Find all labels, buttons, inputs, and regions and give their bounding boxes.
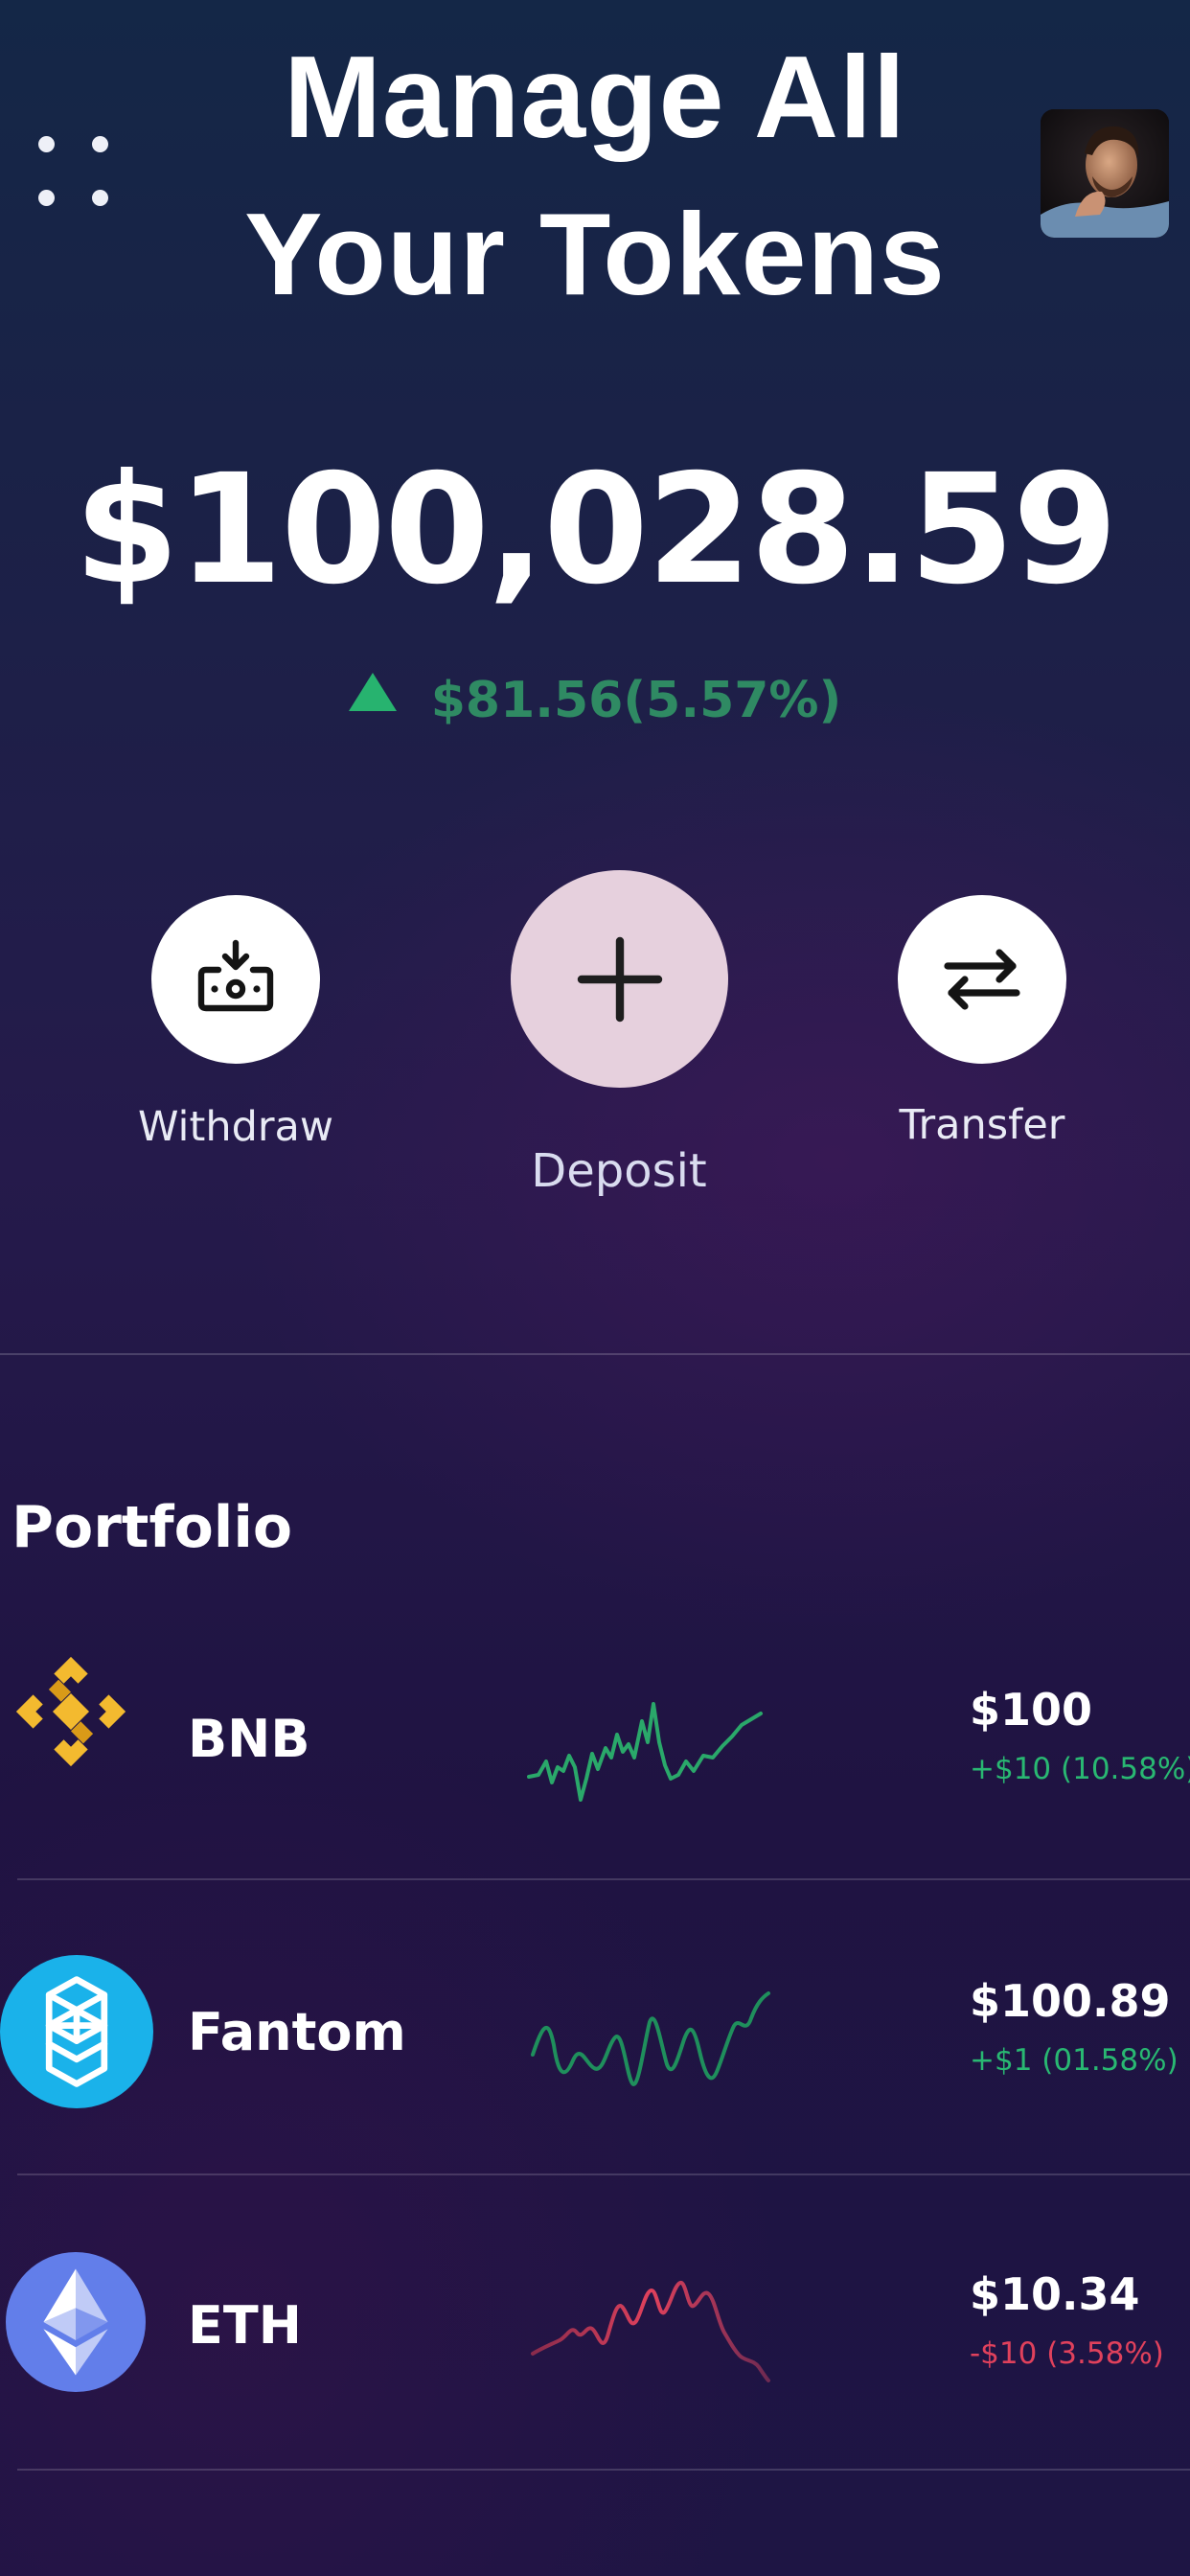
fantom-logo-icon	[0, 1955, 153, 2108]
token-change: +$10 (10.58%)	[970, 1752, 1190, 1786]
app-screen: Manage All Your Tokens $100,028.59 $81.5…	[0, 0, 1190, 2576]
deposit-button[interactable]	[511, 870, 728, 1088]
section-divider	[0, 1353, 1190, 1355]
withdraw-label: Withdraw	[137, 1103, 334, 1151]
token-row-bnb[interactable]: BNB $100 +$10 (10.58%)	[0, 1591, 1190, 1878]
page-title-line-2: Your Tokens	[244, 189, 946, 319]
row-divider	[17, 2469, 1190, 2471]
transfer-label: Transfer	[899, 1101, 1065, 1149]
withdraw-icon	[197, 939, 274, 1012]
total-balance: $100,028.59	[74, 442, 1117, 618]
token-value: $10.34	[970, 2268, 1140, 2320]
balance-change-text: $81.56(5.57%)	[430, 672, 842, 729]
user-avatar[interactable]	[1041, 109, 1169, 238]
sparkline-bnb	[525, 1675, 765, 1828]
token-row-fantom[interactable]: Fantom $100.89 +$1 (01.58%)	[0, 1880, 1190, 2168]
transfer-arrows-icon	[944, 949, 1020, 1010]
avatar-portrait-icon	[1041, 109, 1169, 238]
sparkline-fantom	[531, 1968, 770, 2122]
trend-up-icon	[348, 673, 397, 711]
token-row-eth[interactable]: ETH $10.34 -$10 (3.58%)	[0, 2175, 1190, 2463]
sparkline-eth	[531, 2262, 770, 2415]
withdraw-button[interactable]	[151, 895, 320, 1064]
plus-icon	[577, 936, 662, 1022]
token-name: Fantom	[188, 2002, 406, 2062]
deposit-label: Deposit	[531, 1144, 707, 1198]
token-name: BNB	[188, 1709, 310, 1769]
balance-change: $81.56(5.57%)	[0, 667, 1190, 734]
eth-logo-icon	[6, 2252, 146, 2392]
token-name: ETH	[188, 2295, 302, 2356]
portfolio-title: Portfolio	[11, 1494, 293, 1561]
token-value: $100	[970, 1684, 1093, 1736]
bnb-logo-icon	[6, 1646, 136, 1777]
token-change: -$10 (3.58%)	[970, 2336, 1164, 2371]
token-value: $100.89	[970, 1975, 1171, 2027]
transfer-button[interactable]	[898, 895, 1066, 1064]
page-title-line-1: Manage All	[284, 32, 906, 162]
token-change: +$1 (01.58%)	[970, 2043, 1179, 2078]
